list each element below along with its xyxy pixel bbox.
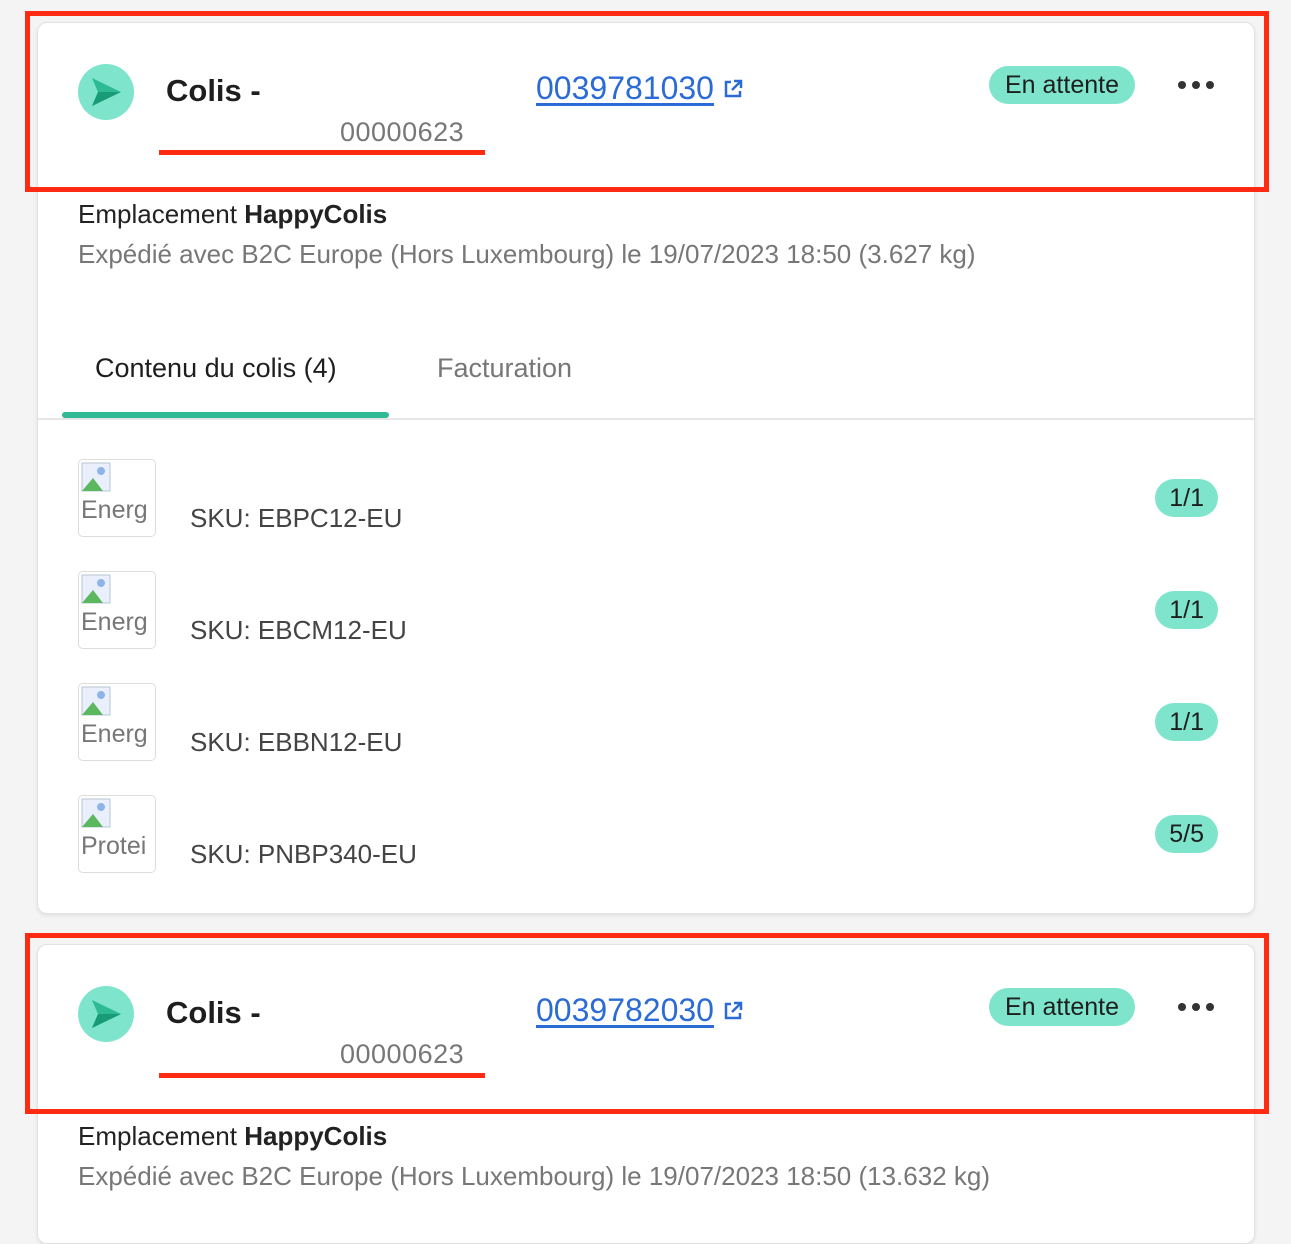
package-number: 00000623 xyxy=(340,1039,465,1069)
tab-billing[interactable]: Facturation xyxy=(437,353,572,384)
external-link-icon xyxy=(724,79,743,97)
broken-image-icon xyxy=(81,574,111,604)
broken-image-icon xyxy=(81,798,111,828)
thumbnail-alt-text: Energ xyxy=(81,720,148,748)
package-title: Colis - xyxy=(166,995,261,1030)
package-number: 00000623 xyxy=(340,117,465,147)
list-item: Energ SKU: EBCM12-EU 1/1 xyxy=(78,571,1218,651)
status-badge: En attente xyxy=(989,66,1135,104)
item-sku: SKU: EBPC12-EU xyxy=(190,503,403,533)
status-badge: En attente xyxy=(989,988,1135,1026)
product-thumbnail: Energ xyxy=(78,683,156,761)
location-label: Emplacement xyxy=(78,199,237,229)
tracking-number[interactable]: 0039782030 xyxy=(536,992,714,1029)
thumbnail-alt-text: Energ xyxy=(81,496,148,524)
quantity-badge: 5/5 xyxy=(1155,815,1218,853)
location-name: HappyColis xyxy=(244,1121,388,1151)
location-line: Emplacement HappyColis xyxy=(78,199,387,230)
item-sku: SKU: EBCM12-EU xyxy=(190,615,407,645)
shipping-info: Expédié avec B2C Europe (Hors Luxembourg… xyxy=(78,1161,991,1191)
broken-image-icon xyxy=(81,462,111,492)
list-item: Energ SKU: EBPC12-EU 1/1 xyxy=(78,459,1218,539)
shipping-info: Expédié avec B2C Europe (Hors Luxembourg… xyxy=(78,239,976,269)
highlight-underline xyxy=(159,150,485,155)
location-name: HappyColis xyxy=(244,199,388,229)
external-link-icon xyxy=(724,1001,743,1019)
package-title: Colis - xyxy=(166,73,261,108)
broken-image-icon xyxy=(81,686,111,716)
list-item: Protei SKU: PNBP340-EU 5/5 xyxy=(78,795,1218,875)
location-label: Emplacement xyxy=(78,1121,237,1151)
active-tab-indicator xyxy=(62,412,389,418)
product-thumbnail: Energ xyxy=(78,571,156,649)
thumbnail-alt-text: Protei xyxy=(81,832,147,860)
send-icon xyxy=(78,64,134,120)
quantity-badge: 1/1 xyxy=(1155,591,1218,629)
highlight-underline xyxy=(159,1073,485,1078)
more-options-icon[interactable] xyxy=(1178,79,1214,91)
item-sku: SKU: PNBP340-EU xyxy=(190,839,417,869)
location-line: Emplacement HappyColis xyxy=(78,1121,387,1152)
tab-bar: Contenu du colis (4) Facturation xyxy=(38,333,1254,420)
send-icon xyxy=(78,986,134,1042)
tracking-number[interactable]: 0039781030 xyxy=(536,70,714,107)
package-card: Colis - 00000623 0039781030 En attente E… xyxy=(37,22,1255,914)
quantity-badge: 1/1 xyxy=(1155,479,1218,517)
thumbnail-alt-text: Energ xyxy=(81,608,148,636)
package-card: Colis - 00000623 0039782030 En attente E… xyxy=(37,944,1255,1244)
product-thumbnail: Protei xyxy=(78,795,156,873)
quantity-badge: 1/1 xyxy=(1155,703,1218,741)
product-thumbnail: Energ xyxy=(78,459,156,537)
item-sku: SKU: EBBN12-EU xyxy=(190,727,403,757)
tracking-link[interactable]: 0039781030 xyxy=(536,70,744,107)
tracking-link[interactable]: 0039782030 xyxy=(536,992,744,1029)
list-item: Energ SKU: EBBN12-EU 1/1 xyxy=(78,683,1218,763)
tab-package-content[interactable]: Contenu du colis (4) xyxy=(95,353,337,384)
more-options-icon[interactable] xyxy=(1178,1001,1214,1013)
